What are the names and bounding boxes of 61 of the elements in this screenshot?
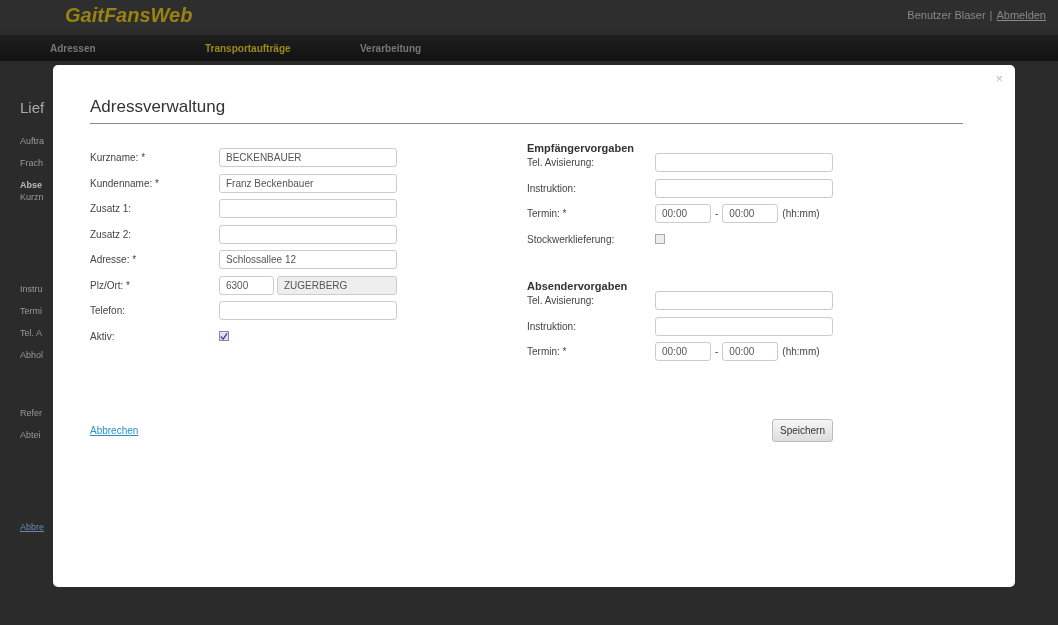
input-field[interactable]: Franz Beckenbauer (219, 173, 397, 193)
form-label: Instru (20, 284, 43, 294)
nav-item[interactable]: Transportaufträge (205, 42, 360, 54)
page-title: Lief (20, 99, 45, 116)
form-label: Refer (20, 408, 42, 418)
input-field[interactable] (655, 153, 833, 173)
field-label: Zusatz 2: (90, 228, 133, 240)
checkbox[interactable] (219, 331, 229, 342)
field-label: Plz/Ort: * (90, 279, 131, 291)
field-label: Stockwerklieferung: (527, 233, 616, 245)
nav-item[interactable]: Adressen (50, 42, 205, 54)
form-label: Kurzn (20, 192, 44, 202)
logo: GaitFansWeb (65, 3, 193, 27)
input-field[interactable]: BECKENBAUER (219, 148, 397, 168)
city-field[interactable]: ZUGERBERG (277, 275, 397, 295)
field-label: Instruktion: (527, 182, 577, 194)
input-field[interactable] (655, 178, 833, 198)
field-label: Aktiv: (90, 330, 116, 342)
field-label: Telefon: (90, 305, 127, 317)
field-label: Tel. Avisierung: (527, 157, 596, 169)
field-label: Instruktion: (527, 320, 577, 332)
save-button[interactable]: Speichern (771, 418, 833, 442)
format-hint: (hh:mm) (782, 208, 820, 220)
nav-item[interactable]: Verarbeitung (360, 42, 515, 54)
field-label: Kurzname: * (90, 152, 147, 164)
section-heading: Empfängervorgaben (527, 142, 635, 154)
form-label: Abhol (20, 350, 44, 360)
field-label: Termin: * (527, 346, 568, 358)
field-label: Termin: * (527, 208, 568, 220)
user-name: Benutzer Blaser (907, 9, 986, 21)
separator: | (989, 9, 993, 21)
input-field[interactable]: Schlossallee 12 (219, 250, 397, 270)
field-label: Kundenname: * (90, 177, 160, 189)
form-label: Frach (20, 158, 43, 168)
cancel-link[interactable]: Abbrechen (90, 424, 139, 436)
cancel-link[interactable]: Abbre (20, 522, 45, 532)
time-field[interactable]: 00:00 (722, 342, 779, 362)
input-field[interactable] (219, 199, 397, 219)
input-field[interactable] (219, 301, 397, 321)
time-field[interactable]: 00:00 (655, 342, 711, 362)
range-separator: - (715, 346, 719, 358)
input-field[interactable] (655, 316, 833, 336)
field-label: Zusatz 1: (90, 203, 133, 215)
section-heading: Absendervorgaben (527, 280, 629, 292)
time-field[interactable]: 00:00 (655, 204, 711, 224)
logout-link[interactable]: Abmelden (996, 9, 1046, 21)
range-separator: - (715, 208, 719, 220)
form-label: Auftra (20, 136, 44, 146)
field-label: Tel. Avisierung: (527, 295, 596, 307)
form-label: Abse (20, 180, 42, 190)
checkbox[interactable] (655, 234, 665, 245)
form-label: Abtei (20, 430, 41, 440)
time-field[interactable]: 00:00 (722, 204, 779, 224)
input-field[interactable] (655, 291, 833, 311)
dialog-title: Adressverwaltung (90, 97, 963, 124)
form-label: Tel. A (20, 328, 42, 338)
input-field[interactable] (219, 224, 397, 244)
zip-field[interactable]: 6300 (219, 275, 274, 295)
form-label: Termi (20, 306, 42, 316)
field-label: Adresse: * (90, 254, 138, 266)
format-hint: (hh:mm) (782, 346, 820, 358)
